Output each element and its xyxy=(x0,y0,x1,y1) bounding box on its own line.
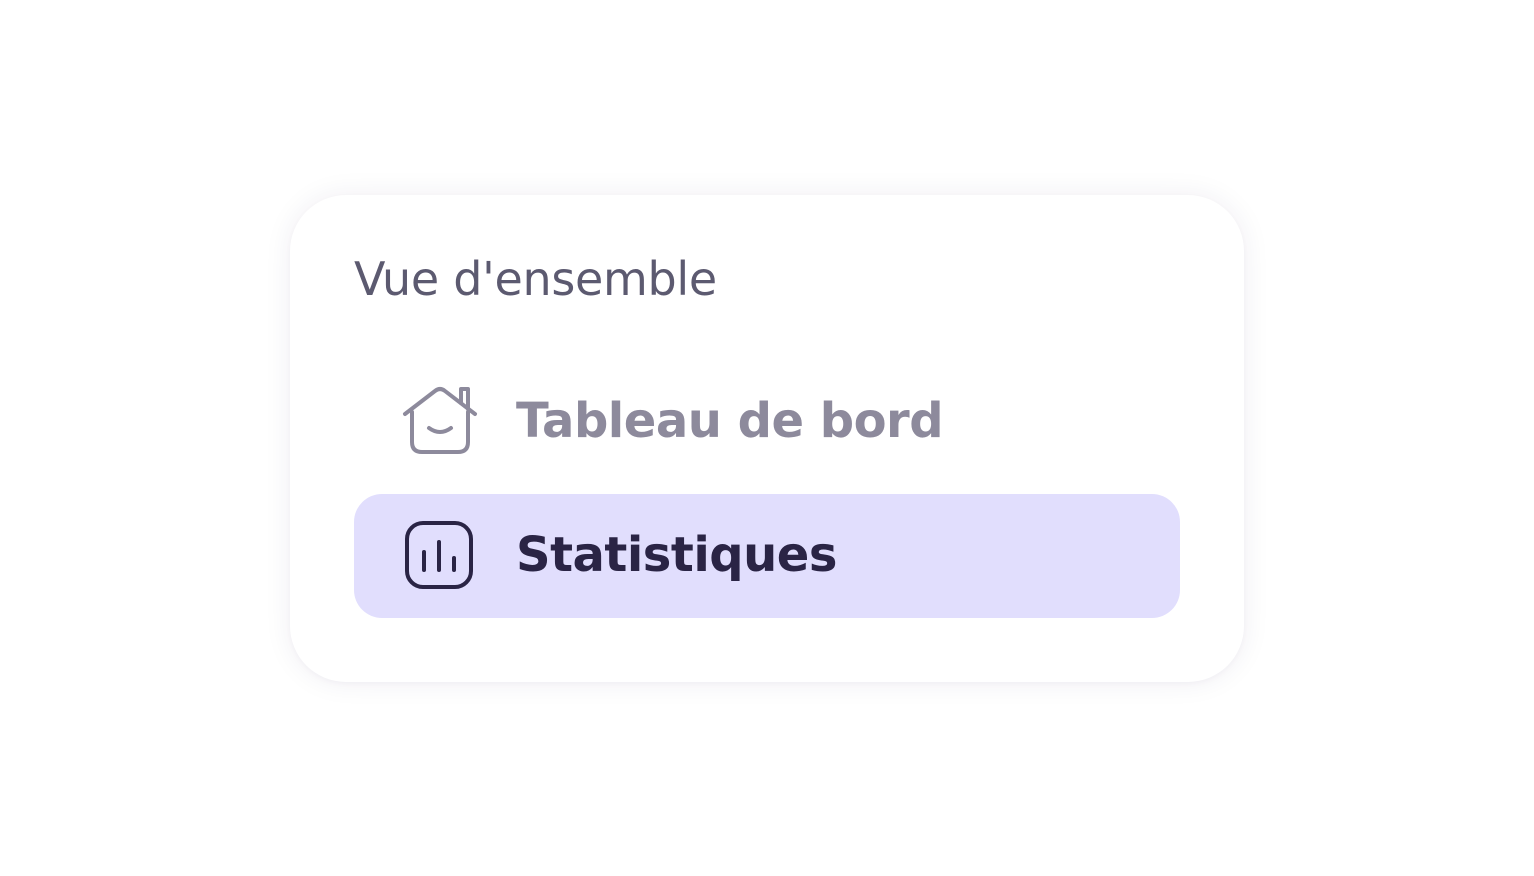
section-title: Vue d'ensemble xyxy=(354,252,717,306)
house-smile-icon xyxy=(402,384,478,460)
nav-item-dashboard[interactable]: Tableau de bord xyxy=(354,360,1180,484)
nav-item-label: Statistiques xyxy=(516,527,837,583)
nav-item-statistics[interactable]: Statistiques xyxy=(354,494,1180,618)
navigation-card: Vue d'ensemble Tableau de bord Statistiq… xyxy=(290,195,1244,682)
bar-chart-square-icon xyxy=(402,518,478,594)
nav-item-label: Tableau de bord xyxy=(516,393,944,449)
